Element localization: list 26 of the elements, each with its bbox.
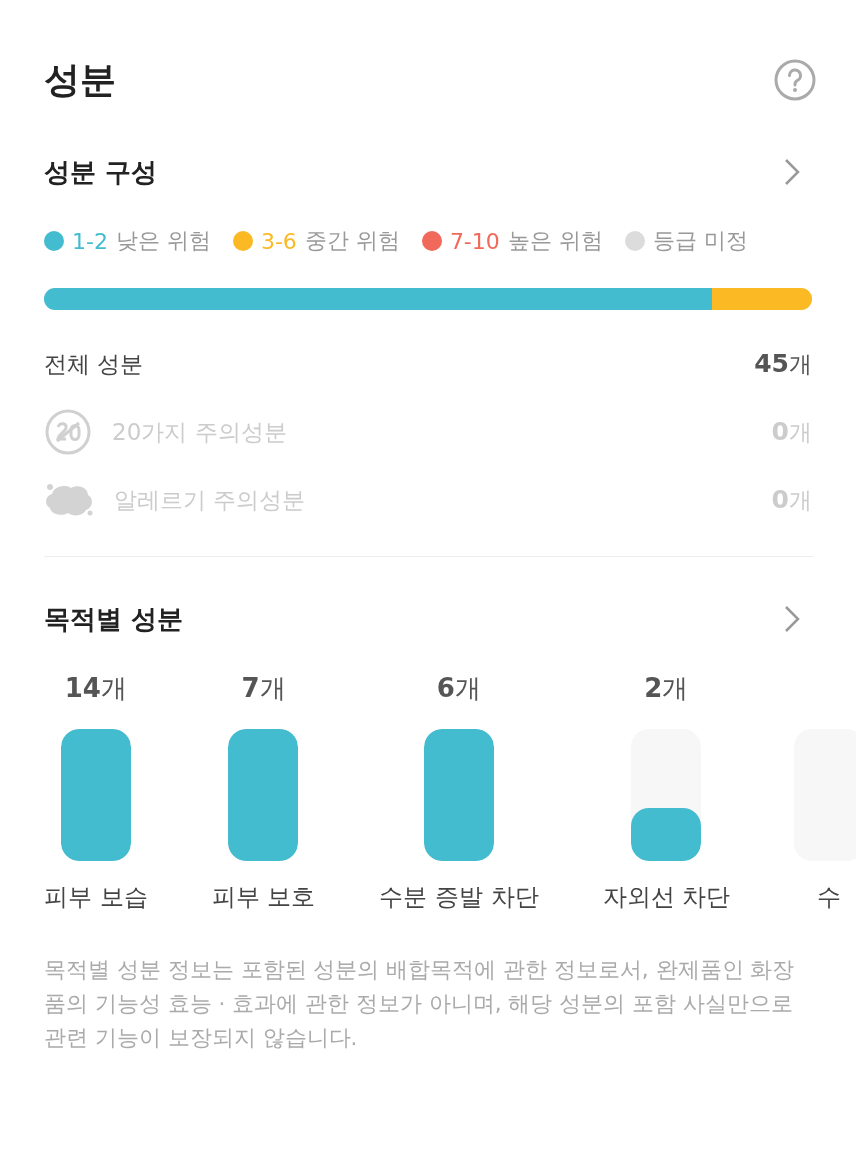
legend-range: 3-6 [260, 228, 297, 254]
purpose-count: 14개 [64, 672, 127, 705]
purpose-count: 6개 [436, 672, 481, 705]
purpose-label: 수 [817, 882, 842, 913]
purpose-label: 자외선 차단 [602, 882, 731, 913]
help-icon[interactable] [774, 59, 816, 101]
legend-label: 중간 위험 [304, 227, 400, 255]
purpose-count: 7개 [241, 672, 286, 705]
row-count: 45개 [754, 348, 812, 380]
purpose-count: 2개 [644, 672, 689, 705]
page-title: 성분 [44, 57, 116, 102]
purpose-label: 피부 보습 [44, 882, 148, 913]
legend-range: 7-10 [449, 228, 500, 254]
twenty-icon [44, 408, 92, 456]
legend-range: 1-2 [72, 228, 108, 254]
row-label: 전체 성분 [44, 349, 145, 379]
purpose-label: 피부 보호 [211, 882, 316, 913]
purpose-label: 수분 증발 차단 [379, 882, 539, 913]
section-title: 목적별 성분 [44, 602, 184, 636]
legend-label: 낮은 위험 [115, 227, 211, 255]
section-title: 성분 구성 [44, 155, 158, 189]
disclaimer-text: 목적별 성분 정보는 포함된 성분의 배합목적에 관한 정보로서, 완제품인 화장품의 기능성 효능 · 효과에 관한 정보가 아니며, 해당 성분의 포함 사실만으로 관련 기능이 보장되지 않습니다. [44, 956, 796, 1052]
chevron-right-icon[interactable] [784, 605, 800, 633]
chevron-right-icon[interactable] [784, 158, 800, 186]
legend-label: 등급 미정 [652, 227, 748, 255]
legend-label: 높은 위험 [507, 227, 603, 255]
